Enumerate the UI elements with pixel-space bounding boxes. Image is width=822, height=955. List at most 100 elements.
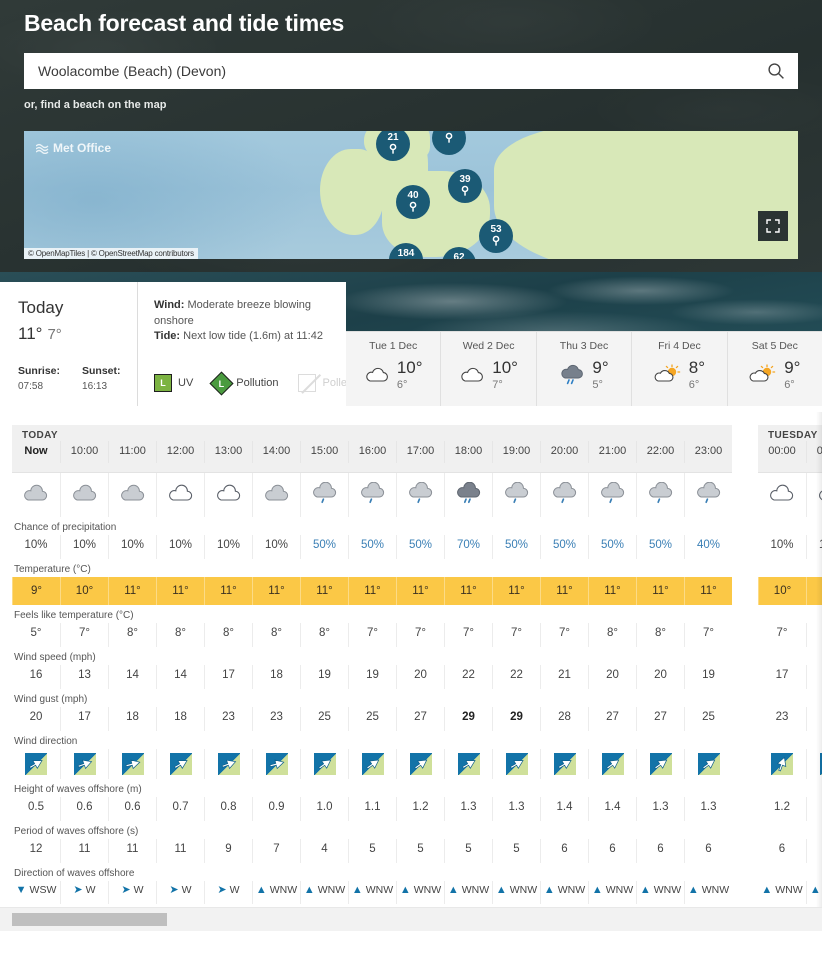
- light-rain-icon: [551, 482, 579, 508]
- precipitation-cell: 40%: [684, 535, 732, 559]
- wave-direction-label: WNW: [654, 884, 681, 896]
- wind-gust-cell: 29: [444, 707, 492, 731]
- wind-direction-icon: [410, 753, 432, 775]
- wind-direction-icon: [458, 753, 480, 775]
- wave-height-cell: 1.4: [540, 797, 588, 821]
- temperature-cell: 11°: [348, 577, 396, 605]
- hour-cell[interactable]: 18:00: [444, 441, 492, 463]
- day-tab-tue-1-dec[interactable]: Tue 1 Dec 10° 6°: [346, 332, 440, 406]
- hour-cell[interactable]: 15:00: [300, 441, 348, 463]
- light-rain-icon: [407, 482, 435, 508]
- search-button[interactable]: [754, 53, 798, 89]
- hour-cell[interactable]: 21:00: [588, 441, 636, 463]
- hour-cell[interactable]: 12:00: [156, 441, 204, 463]
- feels-like-cell: 7°: [444, 623, 492, 647]
- hour-cell[interactable]: 16:00: [348, 441, 396, 463]
- wind-direction-icon: [362, 753, 384, 775]
- wave-period-cell: 5: [492, 839, 540, 863]
- wind-direction-icon: [170, 753, 192, 775]
- wind-speed-cell: 22: [444, 665, 492, 689]
- map-cluster-marker[interactable]: 53 ⚲: [479, 219, 513, 253]
- hourly-time-row: Now10:0011:0012:0013:0014:0015:0016:0017…: [12, 441, 732, 463]
- map-fullscreen-button[interactable]: [758, 211, 788, 241]
- hour-cell[interactable]: Now: [12, 441, 60, 463]
- hourly-forecast-table[interactable]: TODAYNow10:0011:0012:0013:0014:0015:0016…: [0, 412, 822, 931]
- row-label-wave-height: Height of waves offshore (m): [12, 779, 732, 797]
- partly-cloudy-icon: [768, 484, 796, 506]
- hour-cell[interactable]: 17:00: [396, 441, 444, 463]
- precipitation-cell: 50%: [588, 535, 636, 559]
- weather-icon-cell: [204, 473, 252, 517]
- hour-cell[interactable]: 00:00: [758, 441, 806, 463]
- day-tab-sat-5-dec[interactable]: Sat 5 Dec 9° 6°: [727, 332, 822, 406]
- wind-gust-cell: 27: [396, 707, 444, 731]
- day-tab-low: 6°: [397, 379, 423, 391]
- pollution-badge[interactable]: L Pollution: [213, 375, 278, 392]
- map-cluster-marker[interactable]: 39 ⚲: [448, 169, 482, 203]
- light-rain-icon: [359, 482, 387, 508]
- wave-period-cell: 6: [684, 839, 732, 863]
- wave-direction-label: WNW: [775, 884, 802, 896]
- hour-cell[interactable]: 19:00: [492, 441, 540, 463]
- row-label-precipitation: [758, 517, 822, 535]
- wave-direction-arrow-icon: ▲: [256, 885, 267, 896]
- hour-cell[interactable]: 23:00: [684, 441, 732, 463]
- weather-icon-cell: [540, 473, 588, 517]
- row-label-feels-like: Feels like temperature (°C): [12, 605, 732, 623]
- hour-cell[interactable]: 11:00: [108, 441, 156, 463]
- wave-direction-label: WNW: [558, 884, 585, 896]
- day-tab-fri-4-dec[interactable]: Fri 4 Dec 8° 6°: [631, 332, 726, 406]
- wind-direction-cell: [108, 749, 156, 779]
- wind-speed-cell: 20: [588, 665, 636, 689]
- search-input[interactable]: [24, 53, 754, 89]
- weather-icon-cell: [444, 473, 492, 517]
- day-tab-content: 9° 5°: [559, 359, 608, 391]
- hour-cell[interactable]: 22:00: [636, 441, 684, 463]
- temperature-cell: 11°: [300, 577, 348, 605]
- hourly-row: 201718182323252527292928272725: [12, 707, 732, 731]
- hour-cell[interactable]: 10:00: [60, 441, 108, 463]
- hourly-row: 5°7°8°8°8°8°8°7°7°7°7°7°8°8°7°: [12, 623, 732, 647]
- wind-speed-cell: 19: [300, 665, 348, 689]
- beach-location-map[interactable]: Met Office 21 ⚲ ⚲ 39 ⚲ 40 ⚲ 53 ⚲ 184 ⚲ 6…: [24, 131, 798, 259]
- wind-gust-cell: 23: [758, 707, 806, 731]
- hourly-row: [12, 749, 732, 779]
- wind-direction-cell: [492, 749, 540, 779]
- row-label-feels-like: [758, 605, 822, 623]
- wave-direction-arrow-icon: ▲: [496, 885, 507, 896]
- cloudy-icon: [364, 365, 390, 385]
- temperature-cell: 11°: [636, 577, 684, 605]
- row-label-wind-direction: Wind direction: [12, 731, 732, 749]
- weather-icon-cell: [636, 473, 684, 517]
- wind-speed-cell: 20: [396, 665, 444, 689]
- wave-direction-label: W: [134, 884, 144, 896]
- precipitation-cell: 50%: [348, 535, 396, 559]
- wind-direction-icon: [698, 753, 720, 775]
- day-tab-thu-3-dec[interactable]: Thu 3 Dec 9° 5°: [536, 332, 631, 406]
- row-label-precipitation: Chance of precipitation: [12, 517, 732, 535]
- map-cluster-count: 62: [453, 253, 464, 259]
- hour-cell[interactable]: 14:00: [252, 441, 300, 463]
- hour-cell[interactable]: 01:00: [806, 441, 822, 463]
- today-high-temp: 11°: [18, 324, 42, 343]
- horizontal-scrollbar-track[interactable]: [0, 907, 822, 931]
- horizontal-scrollbar-thumb[interactable]: [12, 913, 167, 926]
- day-tab-content: 8° 6°: [654, 359, 705, 391]
- hour-cell[interactable]: 20:00: [540, 441, 588, 463]
- cloudy-icon: [459, 365, 485, 385]
- wave-direction-label: WNW: [510, 884, 537, 896]
- wind-direction-icon: [25, 753, 47, 775]
- map-cluster-count: 21: [387, 133, 398, 143]
- beach-search-bar[interactable]: [24, 53, 798, 89]
- partly-cloudy-icon: [817, 484, 822, 506]
- day-tab-wed-2-dec[interactable]: Wed 2 Dec 10° 7°: [440, 332, 535, 406]
- wind-gust-cell: 27: [588, 707, 636, 731]
- map-cluster-marker[interactable]: 40 ⚲: [396, 185, 430, 219]
- day-tab-date: Sat 5 Dec: [752, 340, 798, 352]
- hour-cell[interactable]: 13:00: [204, 441, 252, 463]
- precipitation-cell: 50%: [300, 535, 348, 559]
- uv-badge[interactable]: L UV: [154, 374, 193, 392]
- wind-speed-cell: 14: [156, 665, 204, 689]
- weather-icon-cell: [12, 473, 60, 517]
- day-tab-temps: 8° 6°: [689, 359, 705, 391]
